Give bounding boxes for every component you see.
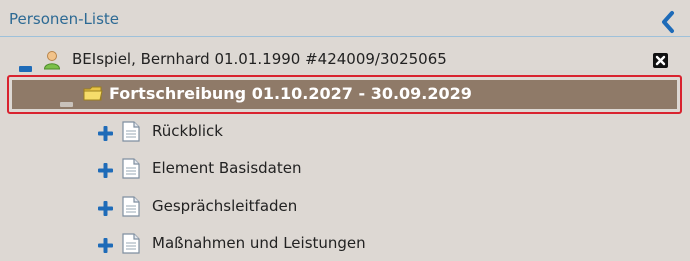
person-list-panel: Personen-Liste BEIspiel, Bernhard 01.01.… — [0, 0, 690, 261]
panel-title: Personen-Liste — [9, 10, 120, 28]
document-icon — [122, 121, 140, 146]
collapse-toggle-icon[interactable] — [60, 92, 73, 111]
close-icon[interactable] — [653, 53, 668, 68]
child-node-label[interactable]: Maßnahmen und Leistungen — [152, 234, 366, 252]
collapse-toggle-icon[interactable] — [19, 57, 32, 76]
expand-toggle-icon[interactable] — [98, 201, 113, 220]
tree-node-person[interactable]: BEIspiel, Bernhard 01.01.1990 #424009/30… — [0, 45, 690, 75]
expand-toggle-icon[interactable] — [98, 238, 113, 257]
document-icon — [122, 233, 140, 258]
header-divider — [0, 36, 690, 37]
expand-toggle-icon[interactable] — [98, 126, 113, 145]
tree-node-fortschreibung[interactable]: Fortschreibung 01.10.2027 - 30.09.2029 — [10, 78, 675, 108]
tree-node-child[interactable]: Gesprächsleitfaden — [0, 193, 690, 223]
child-node-label[interactable]: Rückblick — [152, 122, 223, 140]
expand-toggle-icon[interactable] — [98, 163, 113, 182]
child-node-label[interactable]: Element Basisdaten — [152, 159, 301, 177]
person-label[interactable]: BEIspiel, Bernhard 01.01.1990 #424009/30… — [72, 50, 447, 68]
document-icon — [122, 158, 140, 183]
person-icon — [43, 50, 61, 74]
tree-node-child[interactable]: Element Basisdaten — [0, 155, 690, 185]
panel-header: Personen-Liste — [0, 0, 690, 36]
chevron-left-icon[interactable] — [656, 10, 680, 34]
child-node-label[interactable]: Gesprächsleitfaden — [152, 197, 297, 215]
tree-node-child[interactable]: Rückblick — [0, 118, 690, 148]
tree-node-child[interactable]: Maßnahmen und Leistungen — [0, 230, 690, 260]
folder-icon — [83, 85, 103, 106]
document-icon — [122, 196, 140, 221]
selected-node-label[interactable]: Fortschreibung 01.10.2027 - 30.09.2029 — [109, 84, 472, 103]
